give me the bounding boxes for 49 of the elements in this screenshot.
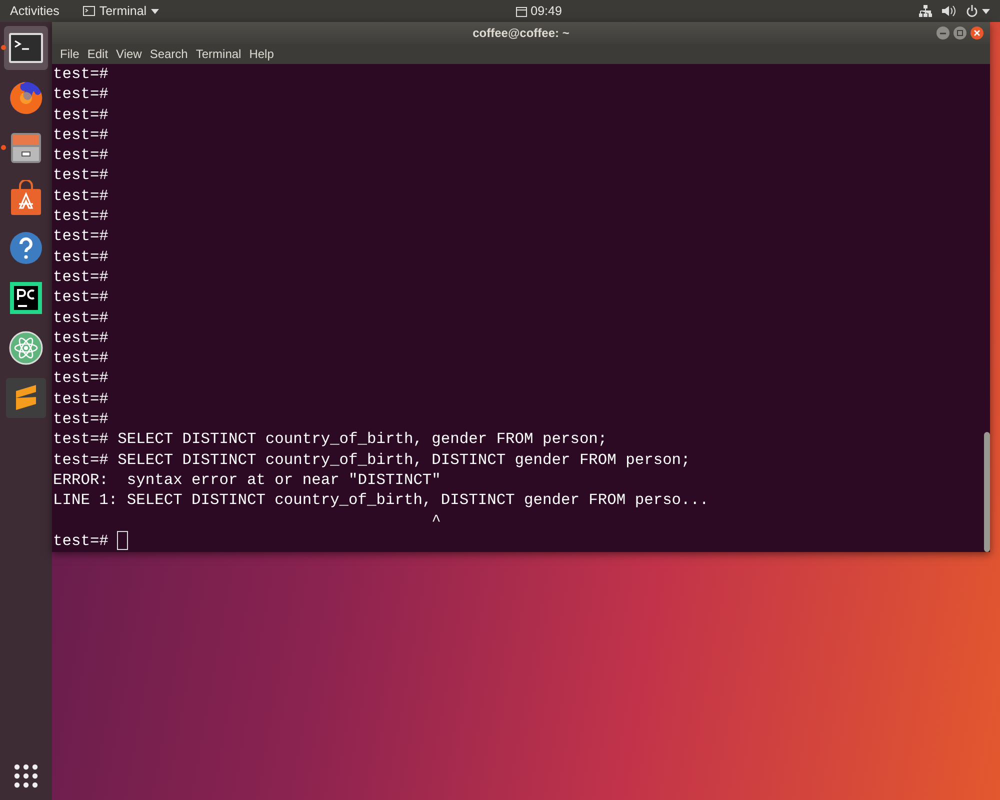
maximize-icon	[953, 26, 967, 40]
caret-icon	[150, 8, 159, 14]
terminal-line: test=# SELECT DISTINCT country_of_birth, gender FROM person;	[53, 429, 608, 450]
menu-item[interactable]: Search	[146, 47, 192, 61]
terminal-line: test=#	[53, 186, 110, 206]
menu-item[interactable]: Help	[245, 47, 278, 61]
app-grid-icon	[14, 764, 38, 788]
menu-item[interactable]: Terminal	[192, 47, 246, 61]
terminal-line: test=#	[53, 308, 110, 328]
power-icon	[966, 5, 978, 17]
terminal-line: ^	[430, 510, 442, 531]
terminal-line: test=#	[53, 266, 110, 288]
menu-item[interactable]: File	[56, 47, 84, 61]
window-title: coffee@coffee: ~	[472, 26, 570, 40]
terminal-line: test=#	[53, 328, 110, 348]
terminal-line: test=#	[53, 368, 110, 389]
activities-button[interactable]: Activities	[10, 4, 60, 18]
terminal-line: LINE 1: SELECT DISTINCT country_of_birth, DISTINCT gender FROM perso...	[53, 490, 710, 511]
terminal-line: test=#	[53, 124, 110, 146]
terminal-line: test=#	[53, 388, 110, 410]
volume-icon	[942, 5, 956, 17]
menu-item[interactable]: Edit	[83, 47, 112, 61]
terminal-line: test=#	[53, 165, 110, 186]
calendar-icon	[516, 6, 527, 16]
terminal-icon	[83, 6, 96, 16]
terminal-line: test=#	[53, 287, 110, 308]
app-menu[interactable]: Terminal	[99, 4, 147, 18]
terminal-line: test=#	[53, 348, 110, 368]
dock-launcher[interactable]	[4, 26, 48, 70]
menu-item[interactable]: View	[112, 47, 146, 61]
terminal-line: test=#	[53, 84, 110, 105]
terminal-line: ERROR: syntax error at or near "DISTINCT"	[53, 470, 442, 490]
terminal-line: test=#	[53, 64, 110, 84]
network-icon	[919, 5, 932, 17]
caret-icon	[982, 8, 990, 14]
terminal-prompt: test=#	[53, 530, 108, 552]
close-icon	[970, 26, 984, 40]
terminal-line: test=#	[53, 104, 110, 125]
terminal-line: test=#	[53, 409, 110, 430]
scrollbar-thumb[interactable]	[984, 432, 990, 552]
terminal-icon[interactable]	[8, 32, 44, 64]
terminal-line: test=#	[53, 226, 110, 247]
terminal-line: test=# SELECT DISTINCT country_of_birth, DISTINCT gender FROM person;	[53, 450, 692, 470]
clock[interactable]: 09:49	[530, 4, 562, 18]
minimize-icon	[936, 26, 950, 40]
terminal-line: test=#	[53, 206, 110, 226]
terminal-line: test=#	[53, 145, 110, 166]
text-cursor	[117, 531, 128, 550]
terminal-line: test=#	[53, 246, 110, 267]
